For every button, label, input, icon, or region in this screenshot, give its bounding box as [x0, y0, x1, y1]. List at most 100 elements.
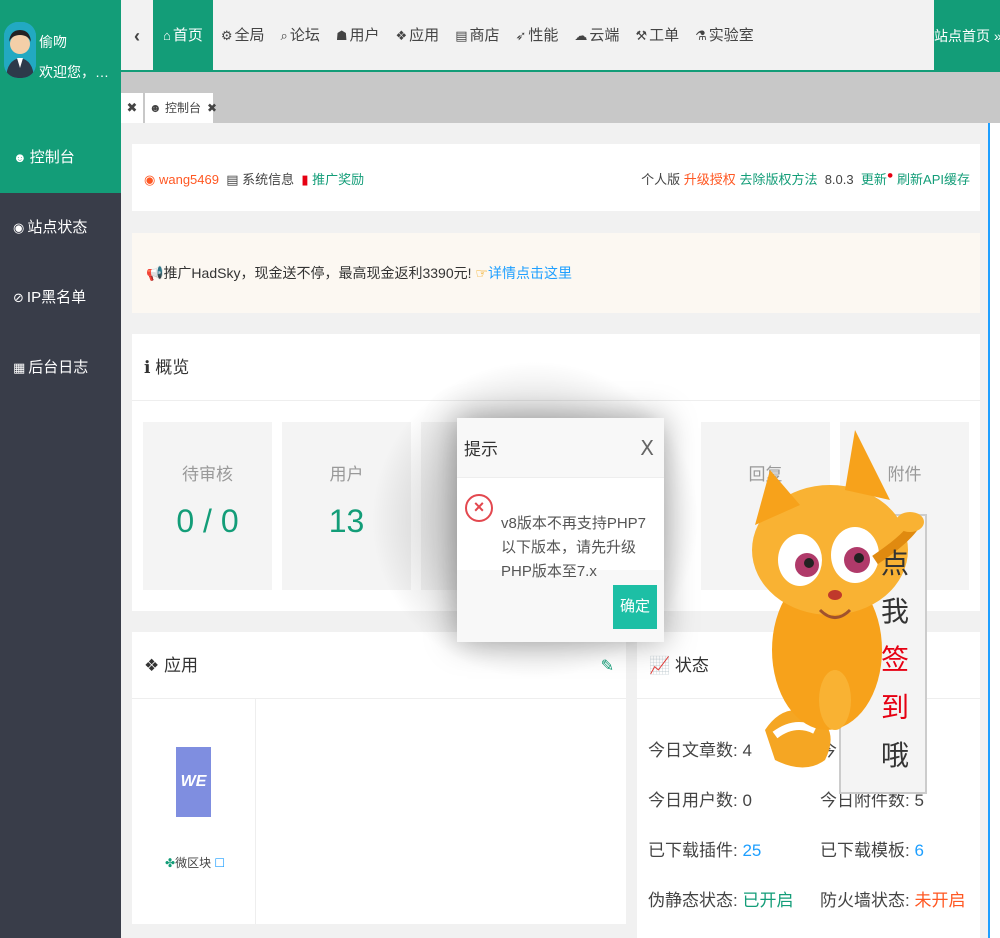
status-label: 今日用户数: — [648, 791, 738, 810]
tab-console[interactable]: ☻ 控制台 ✖ — [145, 93, 217, 123]
promote-link[interactable]: 推广奖励 — [312, 172, 364, 187]
promo-banner: 📢推广HadSky，现金送不停，最高现金返利3390元! ☞详情点击这里 — [132, 233, 980, 313]
dialog-message: v8版本不再支持PHP7以下版本，请先升级PHP版本至7.x — [501, 515, 647, 580]
hand-pointer-icon: ☞ — [475, 265, 488, 281]
sidebar-item-label: IP黑名单 — [26, 289, 87, 306]
remove-copyright-link[interactable]: 去除版权方法 — [739, 172, 817, 187]
nav-item-apps[interactable]: ❖ 应用 — [388, 0, 448, 72]
sign-text: 点 我 签 到 哦 — [875, 540, 915, 780]
pencil-icon[interactable]: ✎ — [601, 656, 614, 676]
status-row: 今日文章数: 4 — [648, 736, 752, 761]
nav-label: 性能 — [528, 27, 559, 44]
cubes-icon: ❖ — [144, 656, 160, 675]
user-circle-icon: ◉ — [144, 172, 156, 187]
promo-text: 推广HadSky，现金送不停，最高现金返利3390元! — [163, 265, 472, 281]
home-icon: ⌂ — [163, 28, 171, 43]
nav-item-forum[interactable]: ⌕ 论坛 — [273, 0, 328, 72]
shop-icon: ▤ — [455, 28, 468, 43]
stat-label: 待审核 — [182, 465, 233, 484]
nav-item-lab[interactable]: ⚗ 实验室 — [687, 0, 762, 72]
status-value: 6 — [914, 841, 924, 860]
gear-icon: ⚙ — [220, 28, 233, 43]
nav-label: 实验室 — [708, 27, 754, 44]
dashboard-icon: ☻ — [13, 150, 27, 165]
status-label: 今日文章数: — [648, 741, 738, 760]
close-icon[interactable]: X — [640, 436, 654, 460]
nav-label: 用户 — [349, 27, 380, 44]
gift-icon: ▮ — [301, 172, 309, 187]
stat-value: 13 — [328, 503, 365, 539]
status-row: 已下载插件: 25 — [648, 836, 761, 861]
update-link[interactable]: 更新 — [861, 172, 887, 187]
sidebar-item-site-status[interactable]: ◉ 站点状态 — [0, 193, 121, 263]
sysinfo-link[interactable]: 系统信息 — [242, 172, 294, 187]
stat-value: 0 / 0 — [176, 503, 239, 539]
status-row: 伪静态状态: 已开启 — [648, 886, 793, 911]
avatar[interactable] — [4, 22, 36, 78]
nav-item-shop[interactable]: ▤ 商店 — [447, 0, 507, 72]
stat-pending[interactable]: 待审核 0 / 0 — [143, 422, 272, 590]
dashboard-icon: ☻ — [149, 101, 162, 115]
tab-bar: ✖ ☻ 控制台 ✖ — [121, 72, 1000, 123]
nav-item-performance[interactable]: ➶ 性能 — [508, 0, 567, 72]
sidebar-item-console[interactable]: ☻ 控制台 — [0, 123, 121, 193]
main-nav: ⌂ 首页 ⚙ 全局 ⌕ 论坛 ☗ 用户 ❖ 应用 ▤ 商店 ➶ 性能 ☁ 云端 ⚒ 工单 ⚗ 实验室 — [153, 0, 762, 72]
status-title: 状态 — [674, 656, 709, 675]
ok-button[interactable]: 确定 — [613, 585, 657, 629]
nav-item-users[interactable]: ☗ 用户 — [328, 0, 388, 72]
search-icon: ⌕ — [280, 28, 288, 43]
status-label: 防火墙状态: — [820, 891, 910, 910]
apps-card: ❖ 应用 ✎ WE ✤微区块 ☐ — [132, 632, 626, 924]
nav-label: 工单 — [649, 27, 680, 44]
apps-title: 应用 — [163, 656, 198, 675]
status-value: 已开启 — [742, 891, 794, 910]
nav-item-cloud[interactable]: ☁ 云端 — [566, 0, 627, 72]
nav-item-global[interactable]: ⚙ 全局 — [213, 0, 273, 72]
status-row: 今日用户数: 0 — [648, 786, 752, 811]
version-label: 8.0.3 — [824, 172, 854, 187]
sign-char: 到 — [880, 691, 909, 724]
nav-label: 首页 — [172, 27, 203, 44]
upgrade-link[interactable]: 升级授权 — [684, 172, 736, 187]
cloud-icon: ☁ — [574, 28, 588, 43]
users-icon: ☗ — [335, 28, 348, 43]
sidebar-item-label: 控制台 — [29, 149, 75, 166]
overview-title: 概览 — [155, 358, 190, 377]
sidebar-item-ip-blacklist[interactable]: ⊘ IP黑名单 — [0, 263, 121, 333]
sign-char: 签 — [880, 643, 909, 676]
app-status-icon: ☐ — [214, 856, 226, 870]
chevron-left-icon[interactable]: ‹ — [121, 0, 153, 72]
username-link[interactable]: wang5469 — [159, 172, 219, 187]
app-logo[interactable]: WE — [176, 747, 211, 817]
nav-label: 应用 — [409, 27, 440, 44]
divider — [255, 699, 256, 924]
tab-label: 控制台 — [164, 101, 201, 115]
sign-char: 我 — [880, 595, 909, 628]
nav-item-home[interactable]: ⌂ 首页 — [153, 0, 213, 72]
site-home-button[interactable]: 站点首页 » — [934, 0, 1000, 72]
close-icon[interactable]: ✖ — [207, 101, 217, 115]
app-name: 微区块 — [175, 856, 212, 870]
calendar-icon: ▦ — [13, 360, 26, 375]
nav-label: 论坛 — [289, 27, 320, 44]
app-name-row[interactable]: ✤微区块 ☐ — [165, 854, 225, 871]
stat-users[interactable]: 用户 13 — [282, 422, 411, 590]
sidebar-item-logs[interactable]: ▦ 后台日志 — [0, 333, 121, 403]
info-bar: ◉ wang5469 ▤ 系统信息 ▮ 推广奖励 个人版 升级授权 去除版权方法… — [132, 144, 980, 211]
user-name: 偷吻 — [39, 34, 67, 50]
lock-icon: ◉ — [13, 220, 25, 235]
server-icon: ▤ — [226, 172, 239, 187]
refresh-api-link[interactable]: 刷新API缓存 — [897, 172, 970, 187]
promo-link[interactable]: 详情点击这里 — [488, 265, 572, 281]
nav-item-ticket[interactable]: ⚒ 工单 — [627, 0, 687, 72]
sign-in-mascot[interactable]: 点 我 签 到 哦 — [745, 430, 935, 800]
nav-label: 全局 — [234, 27, 265, 44]
scrollbar[interactable] — [988, 123, 1000, 938]
close-all-tabs-icon[interactable]: ✖ — [121, 93, 143, 123]
status-row: 已下载模板: 6 — [820, 836, 924, 861]
nav-label: 云端 — [589, 27, 620, 44]
megaphone-icon: 📢 — [146, 265, 164, 281]
status-label: 伪静态状态: — [648, 891, 738, 910]
alert-dialog: 提示 X × v8版本不再支持PHP7以下版本，请先升级PHP版本至7.x 确定 — [457, 418, 664, 642]
status-row: 防火墙状态: 未开启 — [820, 886, 965, 911]
